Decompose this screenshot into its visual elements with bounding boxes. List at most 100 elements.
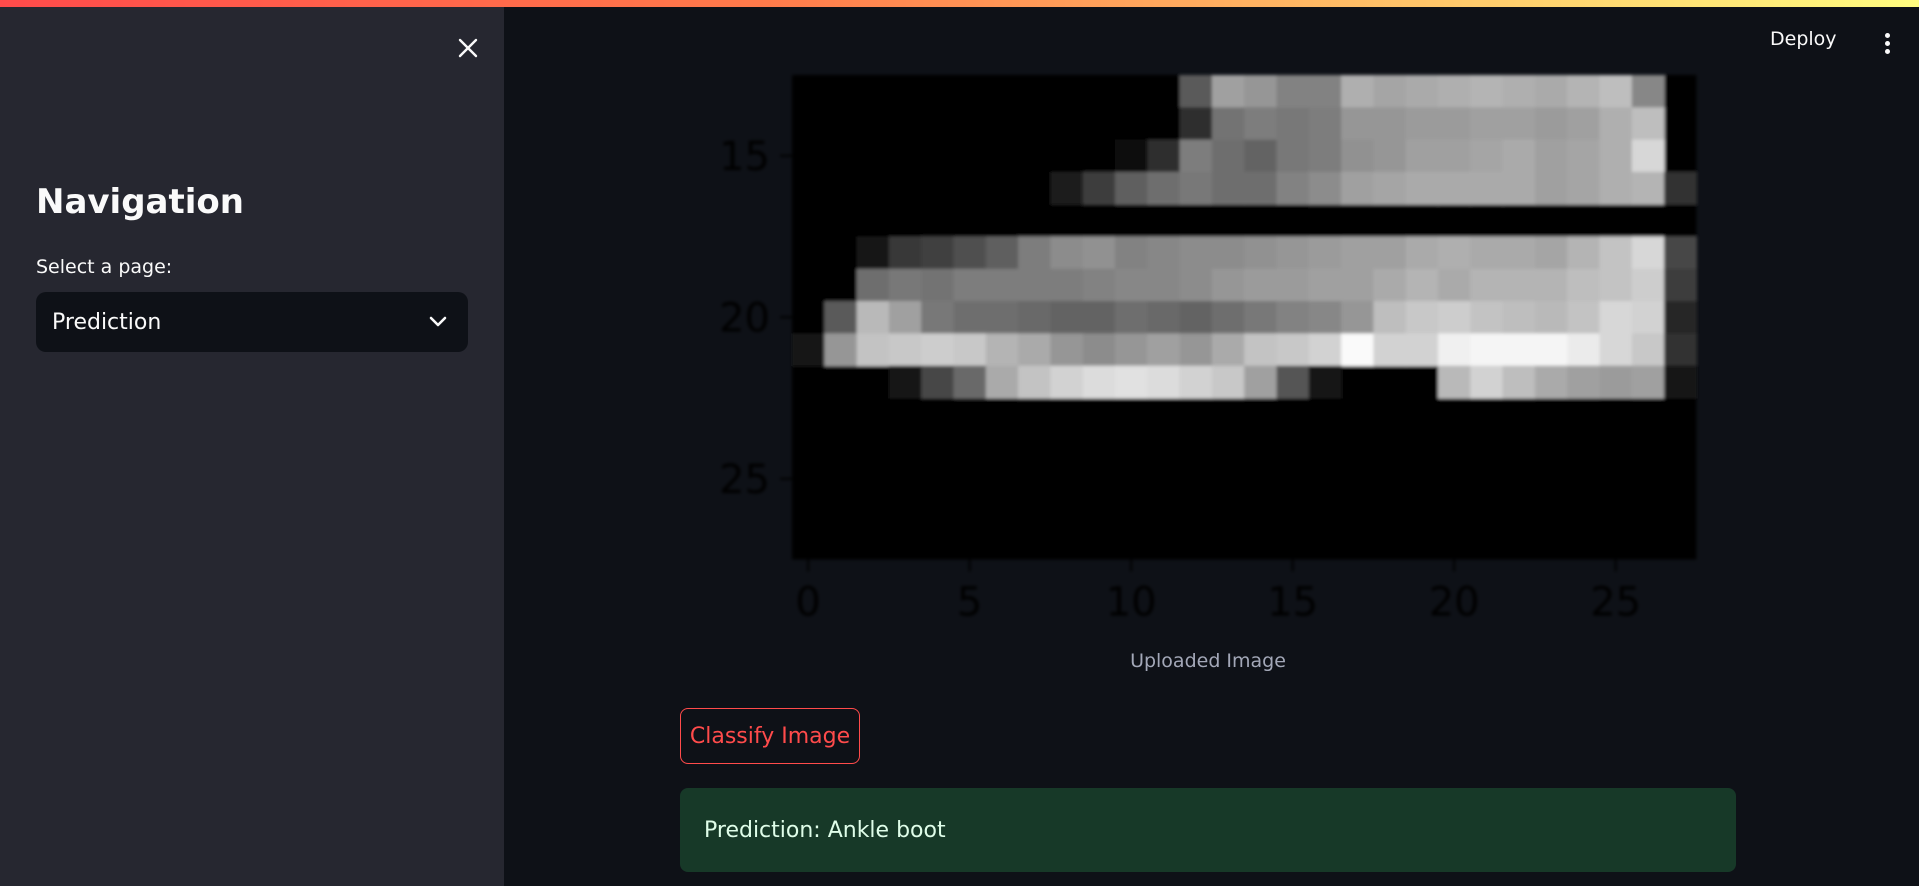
image-pixel xyxy=(1115,139,1148,173)
image-pixel xyxy=(1534,365,1568,399)
image-pixel xyxy=(1082,268,1116,302)
image-pixel xyxy=(1438,107,1471,141)
image-pixel xyxy=(1631,301,1665,334)
image-pixel xyxy=(1405,139,1439,173)
image-pixel xyxy=(1341,139,1374,173)
image-pixel xyxy=(1018,333,1051,367)
image-pixel xyxy=(1405,236,1439,270)
image-pixel xyxy=(1018,236,1051,270)
x-tick-label: 15 xyxy=(1267,580,1318,621)
image-pixel xyxy=(1211,301,1245,334)
main-menu-button[interactable] xyxy=(1874,28,1900,58)
image-pixel xyxy=(1470,107,1504,141)
image-pixel xyxy=(1211,75,1245,108)
image-pixel xyxy=(1147,236,1181,270)
image-pixel xyxy=(1567,107,1601,141)
image-pixel xyxy=(1244,139,1278,173)
image-pixel xyxy=(1050,107,1084,141)
prediction-alert: Prediction: Ankle boot xyxy=(680,788,1736,872)
image-pixel xyxy=(1276,139,1310,173)
image-pixel xyxy=(1115,268,1148,302)
image-pixel xyxy=(1211,236,1245,270)
image-pixel xyxy=(1470,236,1504,270)
image-pixel xyxy=(1179,236,1213,270)
image-pixel xyxy=(985,107,1019,141)
image-pixel xyxy=(985,268,1019,302)
image-pixel xyxy=(1211,139,1245,173)
image-pixel xyxy=(1341,301,1374,334)
image-pixel xyxy=(1470,365,1504,399)
image-pixel xyxy=(1405,333,1439,367)
image-pixel xyxy=(1470,268,1504,302)
image-pixel xyxy=(888,333,922,367)
image-pixel xyxy=(1082,107,1116,141)
image-pixel xyxy=(1147,139,1181,173)
image-pixel xyxy=(921,107,955,141)
image-pixel xyxy=(1470,301,1504,334)
image-pixel xyxy=(1308,75,1342,108)
close-icon xyxy=(458,38,478,58)
image-pixel xyxy=(1050,236,1084,270)
image-pixel xyxy=(1438,365,1471,399)
image-pixel xyxy=(1115,236,1148,270)
y-tick-label: 15 xyxy=(719,134,770,180)
image-pixel xyxy=(985,333,1019,367)
image-pixel xyxy=(1211,268,1245,302)
image-pixel xyxy=(1276,75,1310,108)
image-pixel xyxy=(1405,75,1439,108)
image-pixel xyxy=(1276,365,1310,399)
image-pixel xyxy=(1115,333,1148,367)
image-pixel xyxy=(1502,365,1536,399)
image-pixel xyxy=(1308,171,1342,205)
image-pixel xyxy=(1082,236,1116,270)
image-pixel xyxy=(1373,236,1407,270)
image-pixel xyxy=(1276,107,1310,141)
image-pixel xyxy=(856,107,890,141)
image-pixel xyxy=(1470,171,1504,205)
image-pixel xyxy=(1631,107,1665,141)
image-pixel xyxy=(1438,171,1471,205)
image-pixel xyxy=(1308,139,1342,173)
image-pixel xyxy=(1244,171,1278,205)
image-pixel xyxy=(1050,268,1084,302)
image-pixel xyxy=(1470,139,1504,173)
image-pixel xyxy=(1599,107,1633,141)
image-pixel xyxy=(1534,139,1568,173)
image-pixel xyxy=(1341,268,1374,302)
image-pixel xyxy=(921,236,955,270)
image-pixel xyxy=(1308,301,1342,334)
image-pixel xyxy=(1018,107,1051,141)
prediction-text: Prediction: Ankle boot xyxy=(704,817,946,843)
x-tick-label: 5 xyxy=(957,580,982,621)
image-pixel xyxy=(1405,268,1439,302)
image-pixel xyxy=(1664,333,1697,367)
image-pixel xyxy=(1018,365,1051,399)
page-select[interactable]: Prediction xyxy=(36,292,468,352)
image-pixel xyxy=(1018,268,1051,302)
classify-image-button[interactable]: Classify Image xyxy=(680,708,860,764)
image-pixel xyxy=(1599,236,1633,270)
sidebar-title: Navigation xyxy=(36,182,244,222)
image-pixel xyxy=(1438,236,1471,270)
x-tick-label: 10 xyxy=(1106,580,1157,621)
image-pixel xyxy=(1599,365,1633,399)
image-pixel xyxy=(953,107,987,141)
image-pixel xyxy=(856,301,890,334)
close-sidebar-button[interactable] xyxy=(450,30,486,66)
image-pixel xyxy=(1115,171,1148,205)
image-pixel xyxy=(1050,171,1084,205)
menu-dot xyxy=(1884,40,1890,46)
image-pixel xyxy=(1502,301,1536,334)
image-pixel xyxy=(1244,365,1278,399)
image-pixel xyxy=(1373,301,1407,334)
image-pixel xyxy=(1567,333,1601,367)
image-pixel xyxy=(1276,268,1310,302)
image-pixel xyxy=(985,365,1019,399)
image-pixel xyxy=(1147,301,1181,334)
image-pixel xyxy=(1567,236,1601,270)
page-select-value: Prediction xyxy=(52,309,162,335)
image-pixel xyxy=(1244,75,1278,108)
image-pixel xyxy=(1308,268,1342,302)
deploy-button[interactable]: Deploy xyxy=(1770,28,1837,58)
uploaded-image-figure: 15 20 25 0 5 10 15 20 25 xyxy=(680,60,1740,620)
